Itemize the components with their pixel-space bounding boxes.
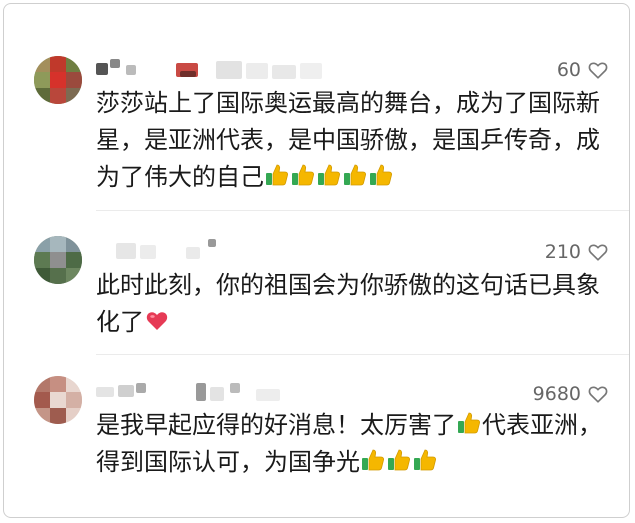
divider [96,210,629,211]
heart-emoji-icon [144,307,170,333]
username-blurred [96,57,346,83]
thumbs-up-icon [368,162,394,188]
comment-text: 此时此刻，你的祖国会为你骄傲的这句话已具象化了 [96,271,600,336]
thumbs-up-icon [264,162,290,188]
username-blurred [96,237,346,263]
avatar[interactable] [34,56,82,104]
heart-outline-icon [588,62,608,79]
like-count: 9680 [532,383,581,405]
like-count: 210 [544,241,581,263]
heart-outline-icon [588,244,608,261]
divider [96,354,629,355]
thumbs-up-icon [412,447,438,473]
like-button[interactable]: 210 [545,239,609,265]
comment-text: 莎莎站上了国际奥运最高的舞台，成为了国际新星，是亚洲代表，是中国骄傲，是国乒传奇… [96,89,600,191]
thumbs-up-icon [456,410,482,436]
avatar[interactable] [34,236,82,284]
username-blurred [96,379,346,405]
thumbs-up-icon [342,162,368,188]
comment-text: 是我早起应得的好消息！太厉害了 代表亚洲，得到国际认可，为国争光 [96,410,602,476]
heart-outline-icon [588,386,608,403]
thumbs-up-icon [316,162,342,188]
like-button[interactable]: 9680 [533,381,609,407]
thumbs-up-icon [290,162,316,188]
like-button[interactable]: 60 [557,57,609,83]
thumbs-up-icon [386,447,412,473]
avatar[interactable] [34,376,82,424]
like-count: 60 [556,59,581,81]
thumbs-up-icon [360,447,386,473]
comment-list: 60 莎莎站上了国际奥运最高的舞台，成为了国际新星，是亚洲代表，是中国骄傲，是国… [3,3,630,518]
